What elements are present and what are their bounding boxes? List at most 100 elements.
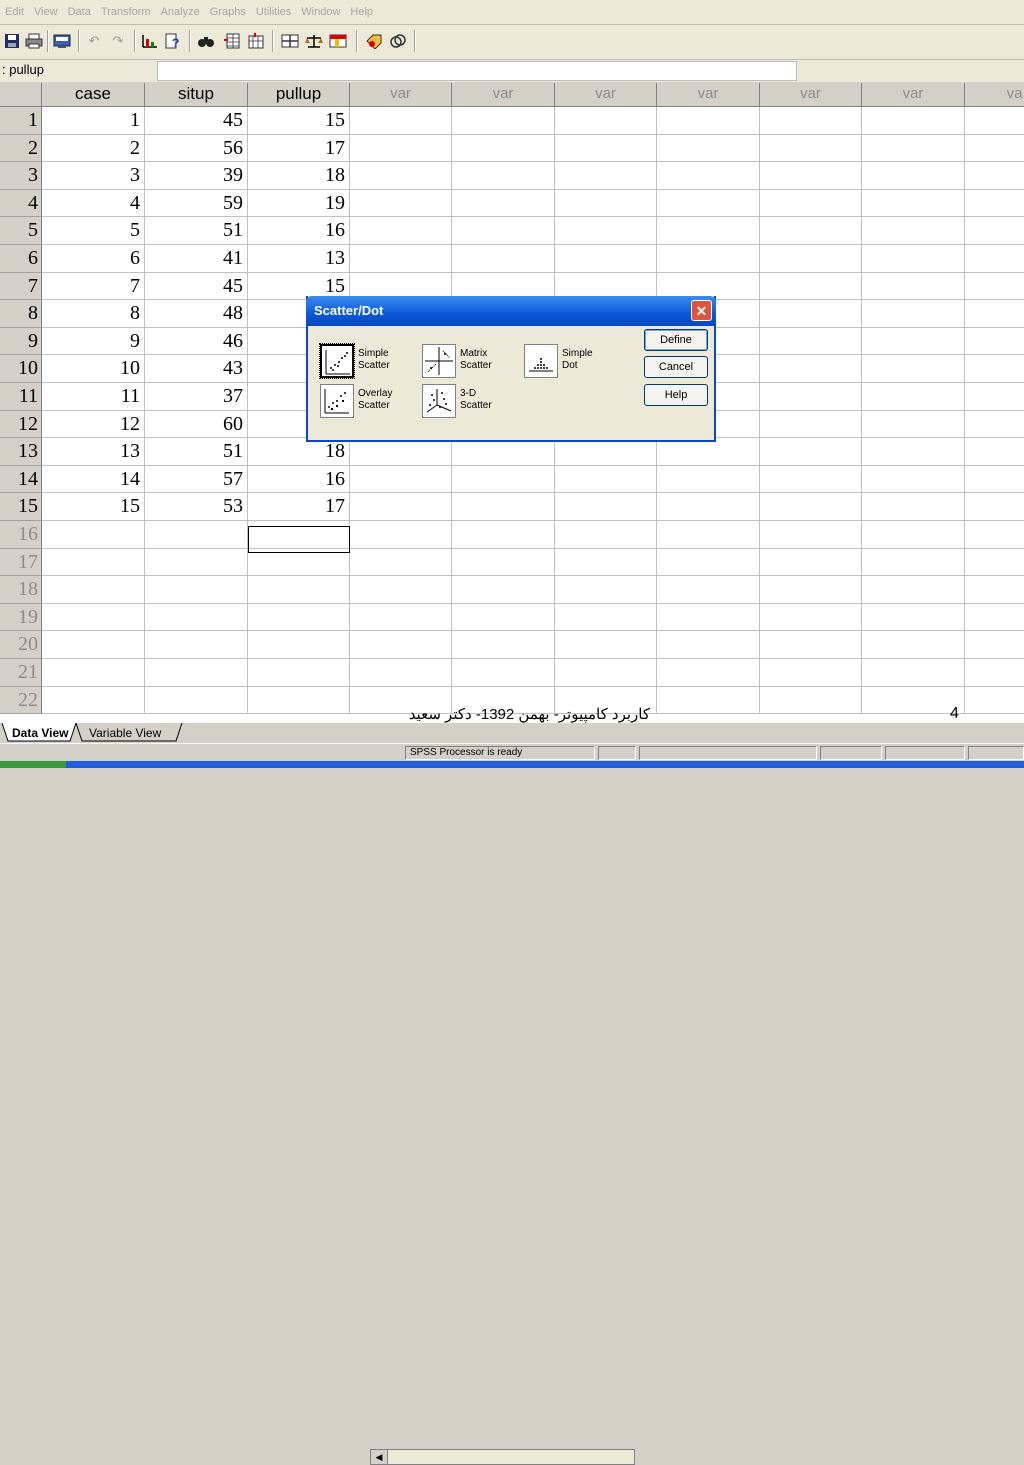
data-cell[interactable] (42, 521, 145, 549)
data-cell[interactable] (760, 604, 862, 631)
data-cell[interactable] (248, 687, 350, 714)
data-cell[interactable] (555, 190, 657, 217)
row-header[interactable]: 14 (0, 466, 42, 493)
menu-item-analyze[interactable]: Analyze (156, 6, 205, 18)
data-cell[interactable] (760, 383, 862, 411)
data-cell[interactable] (760, 300, 862, 328)
data-cell[interactable] (657, 521, 760, 549)
column-header-situp[interactable]: situp (145, 83, 248, 107)
menu-item-help[interactable]: Help (345, 6, 378, 18)
row-header[interactable]: 11 (0, 383, 42, 411)
data-cell[interactable] (965, 576, 1024, 604)
column-header-pullup[interactable]: pullup (248, 83, 350, 107)
data-cell[interactable]: 6 (42, 245, 145, 273)
column-header-var[interactable]: var (452, 83, 555, 107)
data-cell[interactable] (965, 190, 1024, 217)
data-cell[interactable] (965, 687, 1024, 714)
data-cell[interactable] (145, 549, 248, 576)
data-cell[interactable] (350, 245, 452, 273)
data-cell[interactable] (965, 273, 1024, 300)
data-cell[interactable] (452, 521, 555, 549)
data-cell[interactable] (862, 190, 965, 217)
row-header[interactable]: 19 (0, 604, 42, 631)
data-cell[interactable] (657, 190, 760, 217)
horizontal-scrollbar[interactable]: ◀ (370, 1449, 635, 1465)
data-cell[interactable] (760, 190, 862, 217)
data-cell[interactable] (657, 466, 760, 493)
data-cell[interactable] (145, 576, 248, 604)
data-cell[interactable] (555, 217, 657, 245)
row-header[interactable]: 22 (0, 687, 42, 714)
data-cell[interactable] (862, 355, 965, 383)
data-cell[interactable]: 2 (42, 135, 145, 162)
redo-icon[interactable]: ↷ (108, 31, 128, 51)
data-cell[interactable] (862, 135, 965, 162)
data-cell[interactable] (248, 659, 350, 687)
data-cell[interactable] (862, 383, 965, 411)
data-cell[interactable] (248, 604, 350, 631)
row-header[interactable]: 16 (0, 521, 42, 549)
data-cell[interactable] (452, 466, 555, 493)
data-cell[interactable] (350, 576, 452, 604)
data-cell[interactable]: 18 (248, 438, 350, 466)
value-labels-icon[interactable] (364, 31, 384, 51)
data-cell[interactable] (760, 687, 862, 714)
data-cell[interactable]: 56 (145, 135, 248, 162)
row-header[interactable]: 17 (0, 549, 42, 576)
data-cell[interactable] (555, 631, 657, 659)
3d-scatter-option[interactable] (422, 384, 456, 418)
data-cell[interactable]: 43 (145, 355, 248, 383)
row-header[interactable]: 10 (0, 355, 42, 383)
data-cell[interactable]: 37 (145, 383, 248, 411)
data-cell[interactable] (760, 659, 862, 687)
data-cell[interactable] (555, 576, 657, 604)
data-cell[interactable] (555, 466, 657, 493)
data-cell[interactable] (657, 162, 760, 190)
save-icon[interactable] (2, 31, 22, 51)
data-cell[interactable] (145, 521, 248, 549)
overlay-scatter-option[interactable] (320, 384, 354, 418)
variables-icon[interactable]: ? (163, 31, 183, 51)
data-cell[interactable] (862, 438, 965, 466)
insert-variable-icon[interactable] (246, 31, 266, 51)
grid-corner[interactable] (0, 83, 42, 107)
data-cell[interactable] (965, 328, 1024, 355)
data-cell[interactable] (965, 493, 1024, 521)
row-header[interactable]: 15 (0, 493, 42, 521)
row-header[interactable]: 12 (0, 411, 42, 438)
data-cell[interactable] (350, 190, 452, 217)
row-header[interactable]: 6 (0, 245, 42, 273)
data-cell[interactable] (862, 631, 965, 659)
data-cell[interactable] (350, 162, 452, 190)
data-cell[interactable] (350, 135, 452, 162)
dialog-recall-icon[interactable] (52, 31, 72, 51)
data-cell[interactable]: 45 (145, 273, 248, 300)
tab-data-view[interactable]: Data View (12, 724, 68, 742)
data-cell[interactable] (145, 687, 248, 714)
data-cell[interactable] (965, 300, 1024, 328)
goto-chart-icon[interactable] (140, 31, 160, 51)
data-cell[interactable]: 13 (248, 245, 350, 273)
data-cell[interactable] (760, 328, 862, 355)
data-cell[interactable]: 17 (248, 493, 350, 521)
data-cell[interactable] (350, 217, 452, 245)
data-cell[interactable] (657, 217, 760, 245)
data-cell[interactable]: 8 (42, 300, 145, 328)
data-cell[interactable]: 1 (42, 107, 145, 135)
data-cell[interactable] (452, 659, 555, 687)
data-cell[interactable] (452, 549, 555, 576)
scroll-left-arrow-icon[interactable]: ◀ (371, 1450, 388, 1464)
data-cell[interactable]: 45 (145, 107, 248, 135)
data-cell[interactable] (965, 383, 1024, 411)
data-cell[interactable] (350, 438, 452, 466)
data-cell[interactable] (760, 631, 862, 659)
data-cell[interactable] (760, 217, 862, 245)
data-cell[interactable] (862, 411, 965, 438)
column-header-var[interactable]: var (350, 83, 452, 107)
data-cell[interactable]: 59 (145, 190, 248, 217)
data-cell[interactable] (862, 300, 965, 328)
data-cell[interactable]: 15 (248, 107, 350, 135)
data-cell[interactable] (862, 493, 965, 521)
row-header[interactable]: 3 (0, 162, 42, 190)
menu-item-data[interactable]: Data (63, 6, 96, 18)
